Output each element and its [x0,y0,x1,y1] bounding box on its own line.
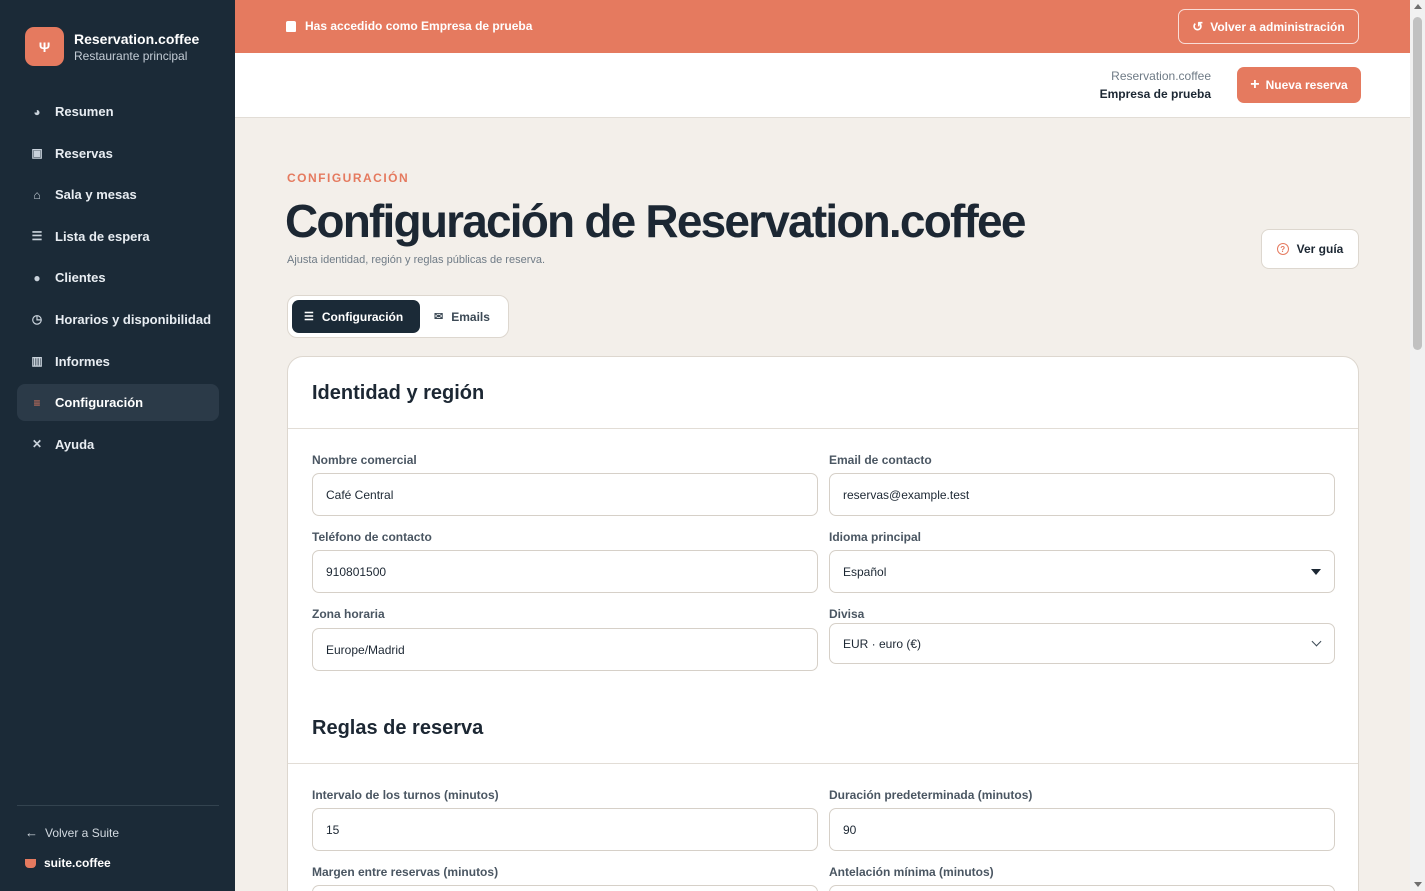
language-value: Español [843,564,887,579]
scroll-up-icon[interactable] [1414,4,1422,9]
tab-emails[interactable]: ✉ Emails [434,300,490,333]
buffer-input[interactable] [312,885,818,891]
contact-email-input[interactable]: reservas@example.test [829,473,1335,516]
top-header: Reservation.coffee Empresa de prueba + N… [235,53,1410,118]
sidebar-item-label: Reservas [55,145,113,161]
timezone-label: Zona horaria [312,607,385,621]
sidebar-item-label: Sala y mesas [55,187,137,203]
sidebar-item-informes[interactable]: ▥ Informes [17,343,219,380]
new-reservation-button[interactable]: + Nueva reserva [1237,67,1361,103]
account-info: Reservation.coffee Empresa de prueba [1100,69,1211,101]
sidebar-item-resumen[interactable]: ◕ Resumen [17,93,219,130]
contact-phone-input[interactable]: 910801500 [312,550,818,593]
sidebar-item-label: Configuración [55,395,144,411]
sliders-icon: ☰ [304,311,314,323]
banner-text: Has accedido como Empresa de prueba [305,19,533,33]
clock-icon: ◷ [31,312,43,327]
view-guide-label: Ver guía [1296,242,1344,256]
brand-subtitle: Restaurante principal [74,48,188,63]
brand-name: Reservation.coffee [74,30,200,47]
sidebar-item-label: Ayuda [55,436,95,452]
sidebar-item-sala-y-mesas[interactable]: ⌂ Sala y mesas [17,176,219,213]
pie-chart-icon: ◕ [33,104,41,119]
identity-section-title: Identidad y región [312,382,485,404]
account-app: Reservation.coffee [1111,69,1211,83]
currency-label: Divisa [829,607,865,621]
language-label: Idioma principal [829,530,922,544]
sidebar-item-configuracion[interactable]: ≡ Configuración [17,384,219,422]
new-reservation-label: Nueva reserva [1265,78,1348,92]
min-notice-input[interactable] [829,885,1335,891]
tab-label: Configuración [321,309,404,324]
arrow-left-icon: ← [25,825,38,840]
users-icon: ● [33,270,41,285]
contact-email-label: Email de contacto [829,453,932,467]
sidebar-item-label: Informes [55,353,110,369]
suite-brand[interactable]: suite.coffee [25,856,111,870]
help-circle-icon: ✕ [31,437,43,452]
tab-configuracion[interactable]: ☰ Configuración [292,300,420,333]
section-divider [288,763,1358,764]
slot-interval-input[interactable]: 15 [312,808,818,851]
mail-icon: ✉ [434,311,444,323]
question-circle-icon: ? [1276,243,1289,255]
sidebar: Ψ Reservation.coffee Restaurante princip… [0,0,235,891]
back-to-admin-button[interactable]: ↺ Volver a administración [1178,9,1359,44]
sidebar-item-reservas[interactable]: ▣ Reservas [17,135,219,172]
contact-phone-label: Teléfono de contacto [312,530,432,544]
rules-section-title: Reglas de reserva [312,717,484,739]
chevron-down-icon [1311,636,1322,647]
coffee-cup-icon [25,858,36,868]
default-duration-input[interactable]: 90 [829,808,1335,851]
sidebar-divider [17,805,219,806]
settings-tabs: ☰ Configuración ✉ Emails [287,295,509,338]
section-divider [288,428,1358,429]
sidebar-item-clientes[interactable]: ● Clientes [17,259,219,296]
account-company: Empresa de prueba [1099,87,1211,101]
sidebar-item-label: Lista de espera [55,228,150,244]
calendar-icon: ▣ [31,146,43,161]
back-to-admin-label: Volver a administración [1210,19,1345,34]
sidebar-item-horarios[interactable]: ◷ Horarios y disponibilidad [17,301,219,338]
plus-icon: + [1250,76,1260,93]
bar-chart-icon: ▥ [31,354,43,369]
view-guide-button[interactable]: ? Ver guía [1261,229,1359,269]
sidebar-item-label: Horarios y disponibilidad [55,311,212,327]
caret-down-icon [1311,569,1321,575]
undo-icon: ↺ [1192,18,1204,34]
slot-interval-label: Intervalo de los turnos (minutos) [312,788,499,802]
fork-knife-icon: Ψ [25,27,64,66]
business-name-label: Nombre comercial [312,453,417,467]
currency-select[interactable]: EUR · euro (€) [829,623,1335,664]
sidebar-nav: ◕ Resumen ▣ Reservas ⌂ Sala y mesas ☰ Li… [17,93,219,467]
default-duration-label: Duración predeterminada (minutos) [829,788,1033,802]
chair-icon: ⌂ [33,187,41,202]
timezone-input[interactable]: Europe/Madrid [312,628,818,671]
page-eyebrow: CONFIGURACIÓN [287,171,410,185]
language-select[interactable]: Español [829,550,1335,593]
min-notice-label: Antelación mínima (minutos) [829,865,994,879]
brand[interactable]: Ψ Reservation.coffee Restaurante princip… [25,27,199,66]
tab-label: Emails [451,309,490,324]
sidebar-item-label: Clientes [55,270,106,286]
scroll-down-icon[interactable] [1414,882,1422,887]
list-icon: ☰ [31,229,43,244]
scroll-thumb[interactable] [1413,17,1422,350]
buffer-label: Margen entre reservas (minutos) [312,865,499,879]
impersonation-banner: Has accedido como Empresa de prueba ↺ Vo… [235,0,1410,53]
user-secret-icon [286,20,296,32]
business-name-input[interactable]: Café Central [312,473,818,516]
sidebar-item-ayuda[interactable]: ✕ Ayuda [17,426,219,463]
sidebar-item-lista-de-espera[interactable]: ☰ Lista de espera [17,218,219,255]
back-to-suite-link[interactable]: ← Volver a Suite [25,825,119,840]
page-title: Configuración de Reservation.coffee [285,195,1026,247]
page-scrollbar[interactable] [1410,0,1425,891]
settings-card: Identidad y región Nombre comercial Café… [287,356,1359,891]
sliders-icon: ≡ [33,395,41,410]
currency-value: EUR · euro (€) [843,636,922,651]
back-to-suite-label: Volver a Suite [45,825,120,840]
suite-brand-label: suite.coffee [44,856,111,870]
page-subtitle: Ajusta identidad, región y reglas públic… [287,254,546,266]
sidebar-item-label: Resumen [55,104,114,119]
